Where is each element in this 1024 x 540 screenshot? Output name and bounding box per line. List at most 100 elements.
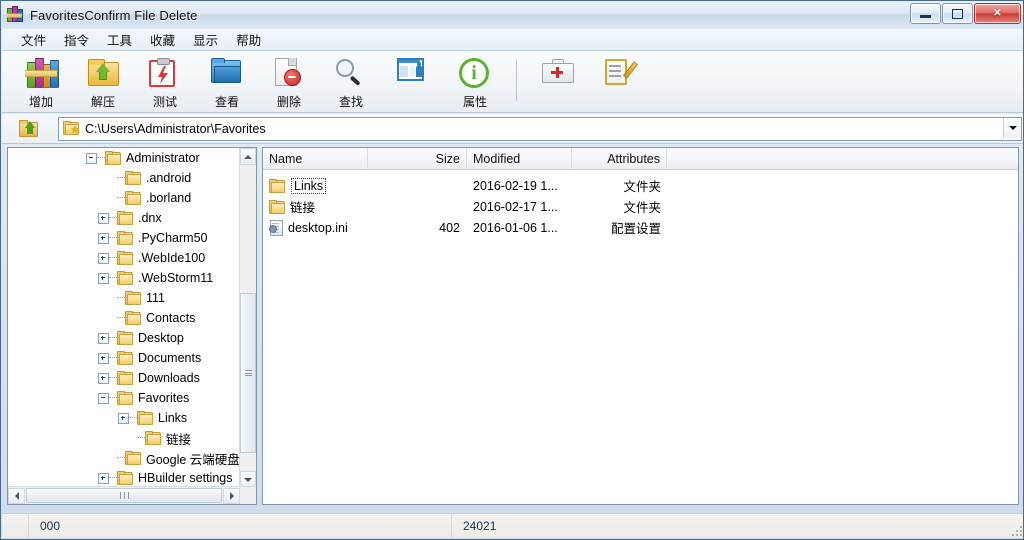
table-row[interactable]: 链接 2016-02-17 1... 文件夹 xyxy=(263,196,1018,217)
menu-favorites[interactable]: 收藏 xyxy=(141,28,184,51)
scroll-right-button[interactable] xyxy=(223,487,240,504)
menu-tools[interactable]: 工具 xyxy=(98,28,141,51)
menu-file[interactable]: 文件 xyxy=(12,28,55,51)
tree-horizontal-scrollbar[interactable] xyxy=(8,486,256,504)
folder-icon xyxy=(117,471,133,485)
toolbar-button-add[interactable]: 增加 xyxy=(10,55,72,113)
tree-item-lianjie[interactable]: 链接 xyxy=(8,428,240,448)
ini-file-icon xyxy=(269,220,283,236)
close-button[interactable]: ✕ xyxy=(974,3,1021,24)
tree-connector xyxy=(109,257,117,259)
favorites-folder-icon: ★ xyxy=(63,120,80,137)
tree-expander-minus-icon[interactable] xyxy=(98,392,109,404)
tree-item-webstorm11[interactable]: .WebStorm11 xyxy=(8,268,240,288)
toolbar-button-delete[interactable]: 删除 xyxy=(258,55,320,113)
table-row[interactable]: Links 2016-02-19 1... 文件夹 xyxy=(263,175,1018,196)
minimize-button[interactable] xyxy=(910,3,941,24)
tree-item-111[interactable]: 111 xyxy=(8,288,240,308)
column-header-name[interactable]: Name xyxy=(263,148,368,170)
chevron-down-icon[interactable] xyxy=(1003,117,1021,138)
folder-icon xyxy=(117,331,133,345)
file-modified-cell: 2016-01-06 1... xyxy=(473,220,558,235)
tree-expander-plus-icon[interactable] xyxy=(98,272,109,284)
menu-help[interactable]: 帮助 xyxy=(227,28,270,51)
scroll-left-button[interactable] xyxy=(8,487,25,504)
tree-expander-plus-icon[interactable] xyxy=(98,252,109,264)
tree-expander-minus-icon[interactable] xyxy=(86,152,97,164)
resize-grip[interactable] xyxy=(1010,524,1022,536)
toolbar-button-extract[interactable]: 解压 xyxy=(72,55,134,113)
file-size-cell: 402 xyxy=(439,220,460,235)
tree-item-administrator[interactable]: Administrator xyxy=(8,148,240,168)
folder-icon xyxy=(105,151,121,165)
scrollbar-thumb[interactable] xyxy=(240,293,256,453)
toolbar-button-repair[interactable] xyxy=(527,55,589,113)
tree-item-links[interactable]: Links xyxy=(8,408,240,428)
tree-item-label: Contacts xyxy=(146,311,196,325)
toolbar-label-find: 查找 xyxy=(338,95,363,109)
folder-tree-pane[interactable]: Administrator .android .borland .dnx .Py… xyxy=(7,147,257,505)
table-row[interactable]: desktop.ini 402 2016-01-06 1... 配置设置 xyxy=(263,217,1018,238)
tree-connector xyxy=(117,317,125,319)
toolbar-button-view[interactable]: 查看 xyxy=(196,55,258,113)
tree-item-android[interactable]: .android xyxy=(8,168,240,188)
tree-item-borland[interactable]: .borland xyxy=(8,188,240,208)
tree-item-label: Downloads xyxy=(138,371,200,385)
menu-options[interactable]: 显示 xyxy=(184,28,227,51)
folder-icon xyxy=(125,291,141,305)
toolbar-button-wizard[interactable] xyxy=(382,55,444,113)
folder-icon xyxy=(125,311,141,325)
add-archive-icon xyxy=(25,58,59,90)
folder-icon xyxy=(269,179,285,193)
column-header-size[interactable]: Size xyxy=(368,148,467,170)
hscrollbar-thumb[interactable] xyxy=(26,488,222,503)
tree-expander-plus-icon[interactable] xyxy=(118,412,129,424)
folder-icon xyxy=(125,191,141,205)
tree-item-label: Administrator xyxy=(126,151,200,165)
tree-connector xyxy=(109,237,117,239)
tree-connector xyxy=(109,477,117,479)
tree-item-google-drive[interactable]: Google 云端硬盘 xyxy=(8,448,240,468)
tree-item-downloads[interactable]: Downloads xyxy=(8,368,240,388)
tree-item-label: .PyCharm50 xyxy=(138,231,208,245)
scroll-up-button[interactable] xyxy=(240,148,256,165)
column-header-modified[interactable]: Modified xyxy=(467,148,572,170)
file-attributes-cell: 配置设置 xyxy=(610,222,661,236)
tree-item-hbuilder-settings[interactable]: HBuilder settings xyxy=(8,468,240,488)
file-name-cell: Links xyxy=(263,177,368,194)
file-modified-cell: 2016-02-17 1... xyxy=(473,199,558,214)
tree-expander-plus-icon[interactable] xyxy=(98,232,109,244)
tree-item-dnx[interactable]: .dnx xyxy=(8,208,240,228)
address-input[interactable]: ★ C:\Users\Administrator\Favorites xyxy=(58,116,1022,141)
tree-item-favorites[interactable]: Favorites xyxy=(8,388,240,408)
tree-item-desktop[interactable]: Desktop xyxy=(8,328,240,348)
file-name-text: Links xyxy=(291,177,327,194)
column-header-attributes[interactable]: Attributes xyxy=(572,148,667,170)
window-controls: ✕ xyxy=(910,3,1021,24)
tree-expander-plus-icon[interactable] xyxy=(98,352,109,364)
file-list-pane[interactable]: Name Size Modified Attributes Links 2016… xyxy=(262,147,1019,505)
delete-icon xyxy=(273,58,305,90)
tree-item-documents[interactable]: Documents xyxy=(8,348,240,368)
tree-expander-plus-icon[interactable] xyxy=(98,472,109,484)
folder-icon xyxy=(117,391,133,405)
tree-item-webide100[interactable]: .WebIde100 xyxy=(8,248,240,268)
menu-commands[interactable]: 指令 xyxy=(55,28,98,51)
title-bar: FavoritesConfirm File Delete ✕ xyxy=(1,1,1023,30)
toolbar-button-find[interactable]: 查找 xyxy=(320,55,382,113)
tree-item-pycharm50[interactable]: .PyCharm50 xyxy=(8,228,240,248)
toolbar-label-delete: 删除 xyxy=(276,95,301,109)
toolbar-button-info[interactable]: i 属性 xyxy=(444,55,506,113)
tree-expander-plus-icon[interactable] xyxy=(98,372,109,384)
tree-connector xyxy=(117,197,125,199)
tree-expander-plus-icon[interactable] xyxy=(98,332,109,344)
folder-icon xyxy=(125,451,141,465)
maximize-button[interactable] xyxy=(942,3,973,24)
toolbar-button-comment[interactable] xyxy=(589,55,651,113)
tree-expander-plus-icon[interactable] xyxy=(98,212,109,224)
tree-item-contacts[interactable]: Contacts xyxy=(8,308,240,328)
tree-vertical-scrollbar[interactable] xyxy=(239,148,256,488)
toolbar: 增加 解压 测试 查看 删除 查找 i 属性 xyxy=(2,51,1023,113)
toolbar-button-test[interactable]: 测试 xyxy=(134,55,196,113)
up-one-level-icon[interactable] xyxy=(12,115,46,143)
